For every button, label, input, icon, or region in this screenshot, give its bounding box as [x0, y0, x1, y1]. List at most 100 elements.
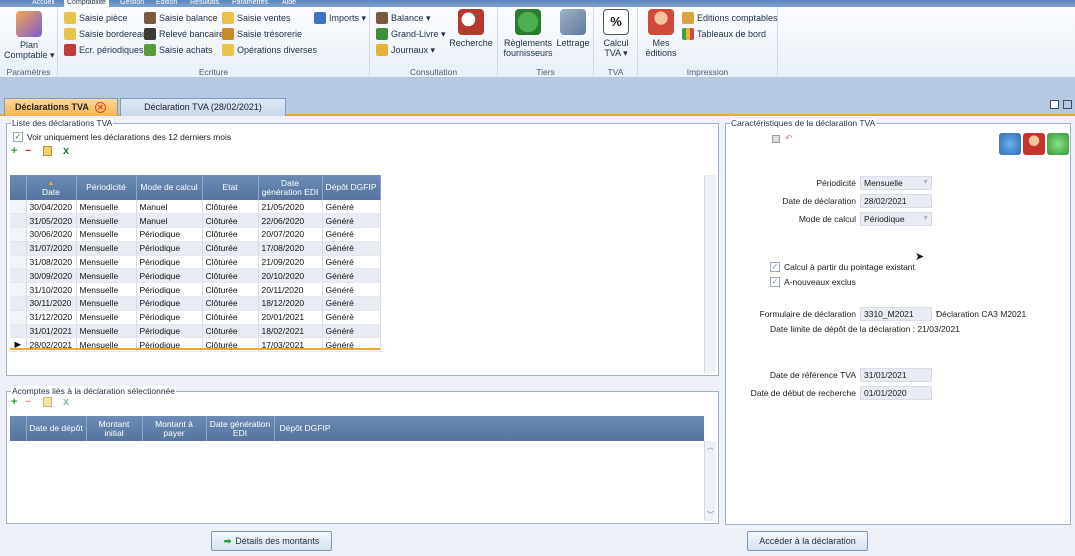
- add-icon[interactable]: +: [11, 145, 17, 157]
- table-cell[interactable]: 21/09/2020: [258, 255, 323, 270]
- menu-tab-parametres[interactable]: Paramètres: [232, 0, 268, 7]
- table-cell[interactable]: Mensuelle: [76, 296, 137, 311]
- menu-tab-accueil[interactable]: Accueil: [32, 0, 55, 7]
- saisie-ventes-button[interactable]: Saisie ventes: [222, 12, 291, 24]
- table-cell[interactable]: Clôturée: [202, 213, 259, 229]
- column-header-montant-initial[interactable]: Montant initial: [86, 416, 143, 441]
- mode-calcul-select[interactable]: Périodique ▼: [860, 212, 932, 226]
- copy-icon[interactable]: [43, 146, 52, 156]
- table-cell[interactable]: Clôturée: [202, 296, 259, 311]
- calcul-pointage-checkbox[interactable]: ✓: [770, 262, 780, 272]
- a-nouveaux-checkbox[interactable]: ✓: [770, 277, 780, 287]
- table-cell[interactable]: Périodique: [136, 282, 203, 298]
- formulaire-select[interactable]: 3310_M2021 ▼: [860, 307, 941, 321]
- table-cell[interactable]: 31/12/2020: [26, 310, 77, 325]
- menu-tab-edition[interactable]: Edition: [156, 0, 177, 7]
- refresh-icon[interactable]: [1047, 133, 1069, 155]
- table-cell[interactable]: Clôturée: [202, 241, 259, 256]
- scroll-down-icon[interactable]: ﹀: [707, 510, 714, 520]
- vertical-scrollbar[interactable]: [704, 175, 716, 373]
- row-header[interactable]: [10, 282, 27, 298]
- column-header-mode[interactable]: Mode de calcul: [136, 175, 203, 200]
- table-cell[interactable]: Clôturée: [202, 255, 259, 270]
- table-cell[interactable]: Clôturée: [202, 282, 259, 298]
- table-cell[interactable]: 20/01/2021: [258, 310, 323, 325]
- table-row[interactable]: 31/12/2020 Mensuelle Périodique Clôturée 20/…: [10, 310, 381, 325]
- table-cell[interactable]: 31/01/2021: [26, 324, 77, 339]
- column-header-date-edi[interactable]: Date génération EDI: [206, 416, 275, 441]
- table-cell[interactable]: Manuel: [136, 200, 203, 215]
- row-header[interactable]: [10, 227, 27, 242]
- table-cell[interactable]: 30/11/2020: [26, 296, 77, 311]
- table-cell[interactable]: 18/12/2020: [258, 296, 323, 311]
- table-row[interactable]: 30/06/2020 Mensuelle Périodique Clôturée 20/…: [10, 227, 381, 242]
- table-cell[interactable]: Généré: [322, 241, 381, 256]
- date-debut-field[interactable]: 01/01/2020: [860, 386, 932, 400]
- column-header-date-edi[interactable]: Date génération EDI: [258, 175, 323, 200]
- column-header-montant-a-payer[interactable]: Montant à payer: [142, 416, 207, 441]
- table-cell[interactable]: 20/11/2020: [258, 282, 323, 298]
- grand-livre-button[interactable]: Grand-Livre ▾: [376, 28, 446, 40]
- journaux-button[interactable]: Journaux ▾: [376, 44, 435, 56]
- excel-icon[interactable]: x: [63, 145, 69, 157]
- table-row[interactable]: 31/07/2020 Mensuelle Périodique Clôturée 17/…: [10, 241, 381, 256]
- table-cell[interactable]: Généré: [322, 282, 381, 298]
- table-row[interactable]: 31/08/2020 Mensuelle Périodique Clôturée 21/…: [10, 255, 381, 270]
- row-header[interactable]: [10, 241, 27, 256]
- table-cell[interactable]: 20/10/2020: [258, 268, 323, 284]
- vertical-scrollbar[interactable]: ︿ ﹀: [704, 441, 716, 521]
- table-cell[interactable]: 20/07/2020: [258, 227, 323, 242]
- releve-bancaire-button[interactable]: Relevé bancaire: [144, 28, 224, 40]
- row-header[interactable]: [10, 296, 27, 311]
- table-cell[interactable]: Périodique: [136, 310, 203, 325]
- remove-icon[interactable]: −: [25, 145, 31, 157]
- date-reference-field[interactable]: 31/01/2021: [860, 368, 932, 382]
- table-cell[interactable]: 31/05/2020: [26, 213, 77, 229]
- saisie-balance-button[interactable]: Saisie balance: [144, 12, 218, 24]
- table-cell[interactable]: Clôturée: [202, 200, 259, 215]
- acceder-declaration-button[interactable]: Accéder à la déclaration: [747, 531, 868, 551]
- restore-icon[interactable]: [1050, 100, 1059, 109]
- table-cell[interactable]: Mensuelle: [76, 227, 137, 242]
- menu-tab-comptabilite[interactable]: Comptabilité: [64, 0, 109, 7]
- column-header-etat[interactable]: Etat: [202, 175, 259, 200]
- table-cell[interactable]: 30/04/2020: [26, 200, 77, 215]
- table-cell[interactable]: Généré: [322, 324, 381, 339]
- column-header-depot[interactable]: Dépôt DGFIP: [274, 416, 337, 441]
- user-icon[interactable]: [1023, 133, 1045, 155]
- table-row[interactable]: 31/01/2021 Mensuelle Périodique Clôturée 18/…: [10, 324, 381, 339]
- editions-comptables-button[interactable]: Editions comptables: [682, 12, 778, 24]
- recherche-button[interactable]: Recherche: [448, 9, 494, 48]
- date-declaration-field[interactable]: 28/02/2021: [860, 194, 932, 208]
- table-cell[interactable]: 22/06/2020: [258, 213, 323, 229]
- reglements-fournisseurs-button[interactable]: Règlements fournisseurs: [502, 9, 554, 58]
- last-12-months-checkbox[interactable]: ✓: [13, 132, 23, 142]
- saisie-achats-button[interactable]: Saisie achats: [144, 44, 213, 56]
- row-header[interactable]: [10, 268, 27, 284]
- table-cell[interactable]: Mensuelle: [76, 213, 137, 229]
- table-cell[interactable]: Manuel: [136, 213, 203, 229]
- balance-button[interactable]: Balance ▾: [376, 12, 431, 24]
- row-header[interactable]: [10, 200, 27, 215]
- scroll-up-icon[interactable]: ︿: [707, 442, 714, 452]
- table-cell[interactable]: 18/02/2021: [258, 324, 323, 339]
- globe-help-icon[interactable]: [999, 133, 1021, 155]
- periodicite-select[interactable]: Mensuelle ▼: [860, 176, 932, 190]
- table-cell[interactable]: Généré: [322, 310, 381, 325]
- operations-diverses-button[interactable]: Opérations diverses: [222, 44, 317, 56]
- row-header[interactable]: [10, 310, 27, 325]
- tableaux-de-bord-button[interactable]: Tableaux de bord: [682, 28, 766, 40]
- table-cell[interactable]: Mensuelle: [76, 200, 137, 215]
- tab-declarations-tva[interactable]: Déclarations TVA ✕: [4, 98, 118, 116]
- table-cell[interactable]: Périodique: [136, 296, 203, 311]
- lettrage-button[interactable]: Lettrage: [554, 9, 592, 48]
- table-cell[interactable]: Généré: [322, 268, 381, 284]
- table-cell[interactable]: Mensuelle: [76, 282, 137, 298]
- table-cell[interactable]: Généré: [322, 227, 381, 242]
- table-cell[interactable]: Généré: [322, 296, 381, 311]
- table-cell[interactable]: 17/08/2020: [258, 241, 323, 256]
- menu-tab-resultats[interactable]: Résultats: [190, 0, 219, 7]
- saisie-bordereau-button[interactable]: Saisie bordereau: [64, 28, 147, 40]
- close-icon[interactable]: ✕: [94, 102, 106, 114]
- table-cell[interactable]: Périodique: [136, 227, 203, 242]
